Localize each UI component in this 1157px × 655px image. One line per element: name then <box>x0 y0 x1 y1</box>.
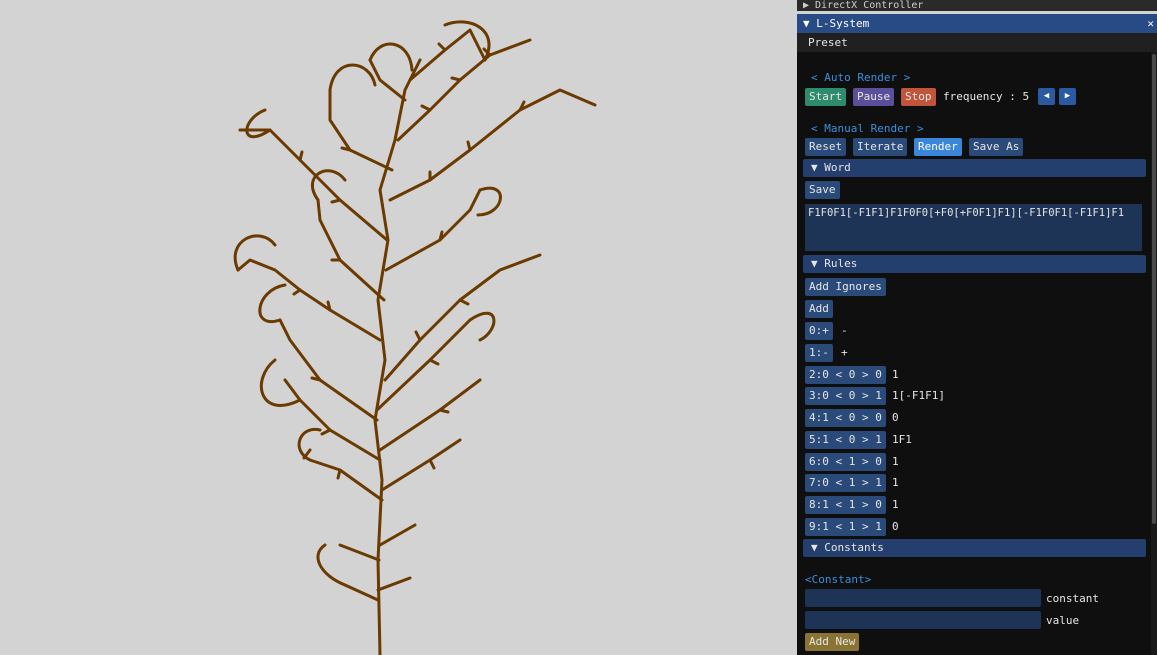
rule-key-button[interactable]: 5:1 < 0 > 1 <box>805 431 886 449</box>
add-ignores-button[interactable]: Add Ignores <box>805 278 886 296</box>
directx-controller-title[interactable]: ▶ DirectX Controller <box>803 0 923 11</box>
iterate-button[interactable]: Iterate <box>853 138 908 156</box>
rule-value: 1 <box>892 476 899 489</box>
rule-key-button[interactable]: 8:1 < 1 > 0 <box>805 496 886 514</box>
manual-render-label: < Manual Render > <box>811 122 924 135</box>
pause-button[interactable]: Pause <box>853 88 895 106</box>
rule-value: 1 <box>892 498 899 511</box>
close-icon[interactable]: ✕ <box>1147 14 1154 33</box>
reset-button[interactable]: Reset <box>805 138 847 156</box>
render-canvas <box>0 0 797 655</box>
rule-value: 1 <box>892 368 899 381</box>
stop-button[interactable]: Stop <box>901 88 936 106</box>
frequency-label: frequency : 5 <box>943 90 1030 103</box>
constant-value-input[interactable] <box>805 611 1041 629</box>
rules-section-header[interactable]: ▼ Rules <box>803 255 1146 273</box>
add-new-constant-button[interactable]: Add New <box>805 633 860 651</box>
rule-value: 0 <box>892 411 899 424</box>
constant-field-label: constant <box>1046 592 1099 605</box>
scrollbar-thumb[interactable] <box>1152 54 1156 524</box>
constant-name-input[interactable] <box>805 589 1041 607</box>
lsystem-title[interactable]: ▼ L-System <box>803 17 869 30</box>
frequency-decrease-button[interactable]: ◀ <box>1038 88 1055 105</box>
preset-menu[interactable]: Preset <box>808 36 848 49</box>
rule-key-button[interactable]: 0:+ <box>805 322 833 340</box>
lsystem-titlebar[interactable]: ▼ L-System ✕ <box>797 14 1157 33</box>
start-button[interactable]: Start <box>805 88 847 106</box>
rule-value: - <box>841 324 848 337</box>
rule-key-button[interactable]: 2:0 < 0 > 0 <box>805 366 886 384</box>
rule-value: 1[-F1F1] <box>892 389 945 402</box>
rule-value: 1 <box>892 455 899 468</box>
rule-key-button[interactable]: 3:0 < 0 > 1 <box>805 387 886 405</box>
constants-section-header[interactable]: ▼ Constants <box>803 539 1146 557</box>
frequency-increase-button[interactable]: ▶ <box>1059 88 1076 105</box>
word-textarea[interactable]: F1F0F1[-F1F1]F1F0F0[+F0[+F0F1]F1][-F1F0F… <box>805 204 1142 251</box>
render-button[interactable]: Render <box>914 138 962 156</box>
rule-value: 1F1 <box>892 433 912 446</box>
auto-render-label: < Auto Render > <box>811 71 911 84</box>
menu-bar: Preset <box>797 33 1157 52</box>
rule-key-button[interactable]: 1:- <box>805 344 833 362</box>
scrollbar[interactable] <box>1151 52 1157 655</box>
rule-value: + <box>841 346 848 359</box>
rule-value: 0 <box>892 520 899 533</box>
rule-key-button[interactable]: 6:0 < 1 > 0 <box>805 453 886 471</box>
word-section-header[interactable]: ▼ Word <box>803 159 1146 177</box>
lsystem-window: ▼ L-System ✕ Preset < Auto Render > Star… <box>797 14 1157 655</box>
value-field-label: value <box>1046 614 1080 627</box>
rule-key-button[interactable]: 4:1 < 0 > 0 <box>805 409 886 427</box>
word-save-button[interactable]: Save <box>805 181 840 199</box>
constant-section-label: <Constant> <box>805 573 872 586</box>
save-as-button[interactable]: Save As <box>969 138 1024 156</box>
rule-key-button[interactable]: 9:1 < 1 > 1 <box>805 518 886 536</box>
rule-key-button[interactable]: 7:0 < 1 > 1 <box>805 474 886 492</box>
directx-controller-window[interactable]: ▶ DirectX Controller <box>797 0 1157 11</box>
lsystem-plant-drawing <box>233 20 597 655</box>
add-rule-button[interactable]: Add <box>805 300 833 318</box>
